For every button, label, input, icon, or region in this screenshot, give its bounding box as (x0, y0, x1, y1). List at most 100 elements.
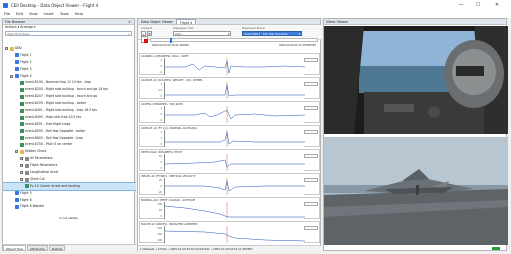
timeline-slider[interactable]: 0000-00-00 00:10:41.394894 0000-00-00 00… (150, 38, 318, 47)
trace-plot-area[interactable] (164, 226, 305, 243)
tree-item-label: Flight 2 (20, 59, 32, 64)
record-button[interactable] (141, 36, 148, 43)
menu-edit[interactable]: Edit (16, 11, 23, 18)
close-button[interactable]: ✕ (490, 2, 504, 9)
trace-plot-area[interactable] (164, 202, 305, 219)
collapse-icon[interactable]: − (5, 47, 8, 50)
tab-data-object-viewer[interactable]: Data Object Viewer (138, 19, 176, 24)
tree-item[interactable]: − Hidden Check (3, 148, 136, 155)
trace-line (165, 131, 305, 145)
close-icon[interactable]: ✕ (128, 19, 131, 25)
tab-attributes[interactable]: Attributes (26, 245, 48, 251)
y-tick-label: 0 (160, 185, 162, 188)
tree-item[interactable]: + All Parameters (3, 155, 136, 162)
panel-header: File Browser ✕ (3, 19, 134, 25)
displayed-unit-select[interactable]: Inch... (173, 31, 231, 36)
trace-plot-area[interactable] (164, 58, 305, 75)
y-tick-label: 4 (160, 59, 162, 62)
timeline-handle[interactable] (170, 38, 172, 43)
params-icon (24, 163, 29, 168)
trace-plot[interactable]: ACAWP3-10 (COUNTS): WEIGHT - ON - WHEEL 1… (139, 77, 320, 99)
menu-view[interactable]: View (29, 11, 38, 18)
trace-line-svg (165, 178, 305, 195)
collapse-icon[interactable]: − (10, 74, 13, 78)
trace-plot-area[interactable] (164, 130, 305, 147)
menu-tools[interactable]: Tools (60, 11, 69, 18)
maximize-button[interactable]: ☐ (471, 2, 485, 9)
event-icon (19, 87, 24, 92)
minimize-button[interactable]: — (454, 2, 468, 9)
tree-item[interactable]: − Flight 4 (3, 73, 136, 80)
tree-item-label: Short Cut (30, 176, 45, 181)
tree-item[interactable]: event-8591 - Free flight traps (3, 121, 136, 128)
tree-item[interactable]: event-8495 - High sink trap 20.5 fps (3, 114, 136, 121)
expand-icon[interactable]: + (20, 177, 23, 181)
tree-item[interactable]: Flight 5 (3, 190, 136, 197)
trace-plot-area[interactable] (164, 154, 305, 171)
left-tab-bar: Object Tree Attributes Details (3, 244, 136, 252)
expand-icon[interactable]: + (20, 157, 23, 161)
y-tick-label: 200 (157, 227, 162, 230)
data-object-viewer: Data Object Viewer Flight 4 Context ⌕ ✥ … (137, 18, 322, 251)
event-icon (19, 115, 24, 120)
trace-line (165, 84, 305, 97)
flight-icon (14, 191, 19, 196)
params-icon (24, 177, 29, 182)
y-tick-label: 100 (157, 203, 162, 206)
expand-icon[interactable]: + (20, 171, 23, 175)
search-icon[interactable]: ⌕ (128, 32, 130, 37)
tree-item[interactable]: Flight 6 (3, 197, 136, 204)
tree-item[interactable]: event-8200 - Right side buildup - touch … (3, 86, 136, 93)
trace-plot[interactable]: ACMAGF-10 (FT. (G)): NORMAL ACCEL(RA) 2 1 0 (139, 125, 320, 147)
tree-item[interactable]: Flight 8 Wonder (3, 203, 136, 210)
y-axis: 4 0 -4 (141, 59, 163, 74)
y-axis: 100 50 0 (141, 203, 163, 218)
y-tick-label: -20 (158, 191, 162, 194)
tree-item[interactable]: + Short Cut (3, 176, 136, 183)
menu-insert[interactable]: Insert (44, 11, 54, 18)
tree-item[interactable]: event-8209 - Right side buildup - bolter (3, 100, 136, 107)
expand-icon[interactable]: + (20, 164, 23, 168)
tree-item[interactable]: + Flight Parameters (3, 162, 136, 169)
carrier-video-frame[interactable] (324, 137, 508, 245)
tree-item[interactable]: event-8207 - Right side buildup - touch … (3, 93, 136, 100)
trace-plot[interactable]: DEPTCUA10 (DEGREES): PITCH 10 5 0 (139, 149, 320, 171)
trace-plot-area[interactable] (164, 82, 305, 99)
search-input[interactable]: Type Hint Here ⌕ (5, 30, 132, 37)
menu-help[interactable]: Help (75, 11, 83, 18)
tree-item[interactable]: Flight 1 (3, 52, 136, 59)
collapse-icon[interactable]: − (15, 150, 18, 154)
trace-plot[interactable]: MACHP-10 (KNOTS): INDICATED AIRSPEED 200 1… (139, 221, 320, 243)
y-tick-label: 10 (158, 155, 162, 158)
tree-item[interactable]: Flight 3 (3, 66, 136, 73)
trace-plot[interactable]: ACDFS1 (DEGREES): YAW RATE 2 0 -2 (139, 101, 320, 123)
tree-item[interactable]: event-8600 - Roll Yaw Opposite - trap (3, 135, 136, 142)
trace-value-box (304, 82, 318, 86)
trace-plot[interactable]: NORMAL-ACC (FEET): RADAR - ALTITUDE 100 50… (139, 197, 320, 219)
folder-icon (9, 46, 14, 51)
tree-item[interactable]: event-8595 - Roll Yaw Opposite - bolter (3, 128, 136, 135)
tree-item[interactable]: event-8700 - Pitch 5 on center (3, 141, 136, 148)
cockpit-video-frame[interactable] (324, 26, 508, 134)
displayed-unit-label: Displayed Unit (173, 26, 194, 30)
trace-line (165, 60, 305, 74)
tree-item[interactable]: Ex 10 Carrier Arrest and landing (3, 181, 136, 191)
y-tick-label: 100 (157, 239, 162, 242)
tab-object-tree[interactable]: Object Tree (3, 245, 26, 251)
trace-plot-area[interactable] (164, 178, 305, 195)
tree-item[interactable]: − DM2 (3, 45, 136, 52)
tab-flight-4[interactable]: Flight 4 (175, 19, 197, 25)
trace-line-svg (165, 130, 305, 147)
displayed-event-select[interactable]: event-8291 - Roll Yaw Opposite (242, 31, 302, 36)
tree-item[interactable]: + Longitudinal Accel (3, 169, 136, 176)
tree-item[interactable]: event-8401 - Right side buildup - trap 1… (3, 107, 136, 114)
tab-details[interactable]: Details (48, 245, 66, 251)
trace-plot-area[interactable] (164, 106, 305, 123)
menu-file[interactable]: File (4, 11, 10, 18)
y-tick-label: 2 (160, 107, 162, 110)
trace-plot[interactable]: ACARBS-1 (DEGREES): ROLL . RATE 4 0 -4 (139, 53, 320, 75)
trace-plot[interactable]: INSVEL-10 (FT/SEC): VERTICAL VELOCITY 20 0… (139, 173, 320, 195)
tree-item-label: Flight 3 (20, 66, 32, 71)
tree-item[interactable]: Flight 2 (3, 59, 136, 66)
tree-item[interactable]: event-8190 - Nominal trap 12 14 fps - tr… (3, 79, 136, 86)
